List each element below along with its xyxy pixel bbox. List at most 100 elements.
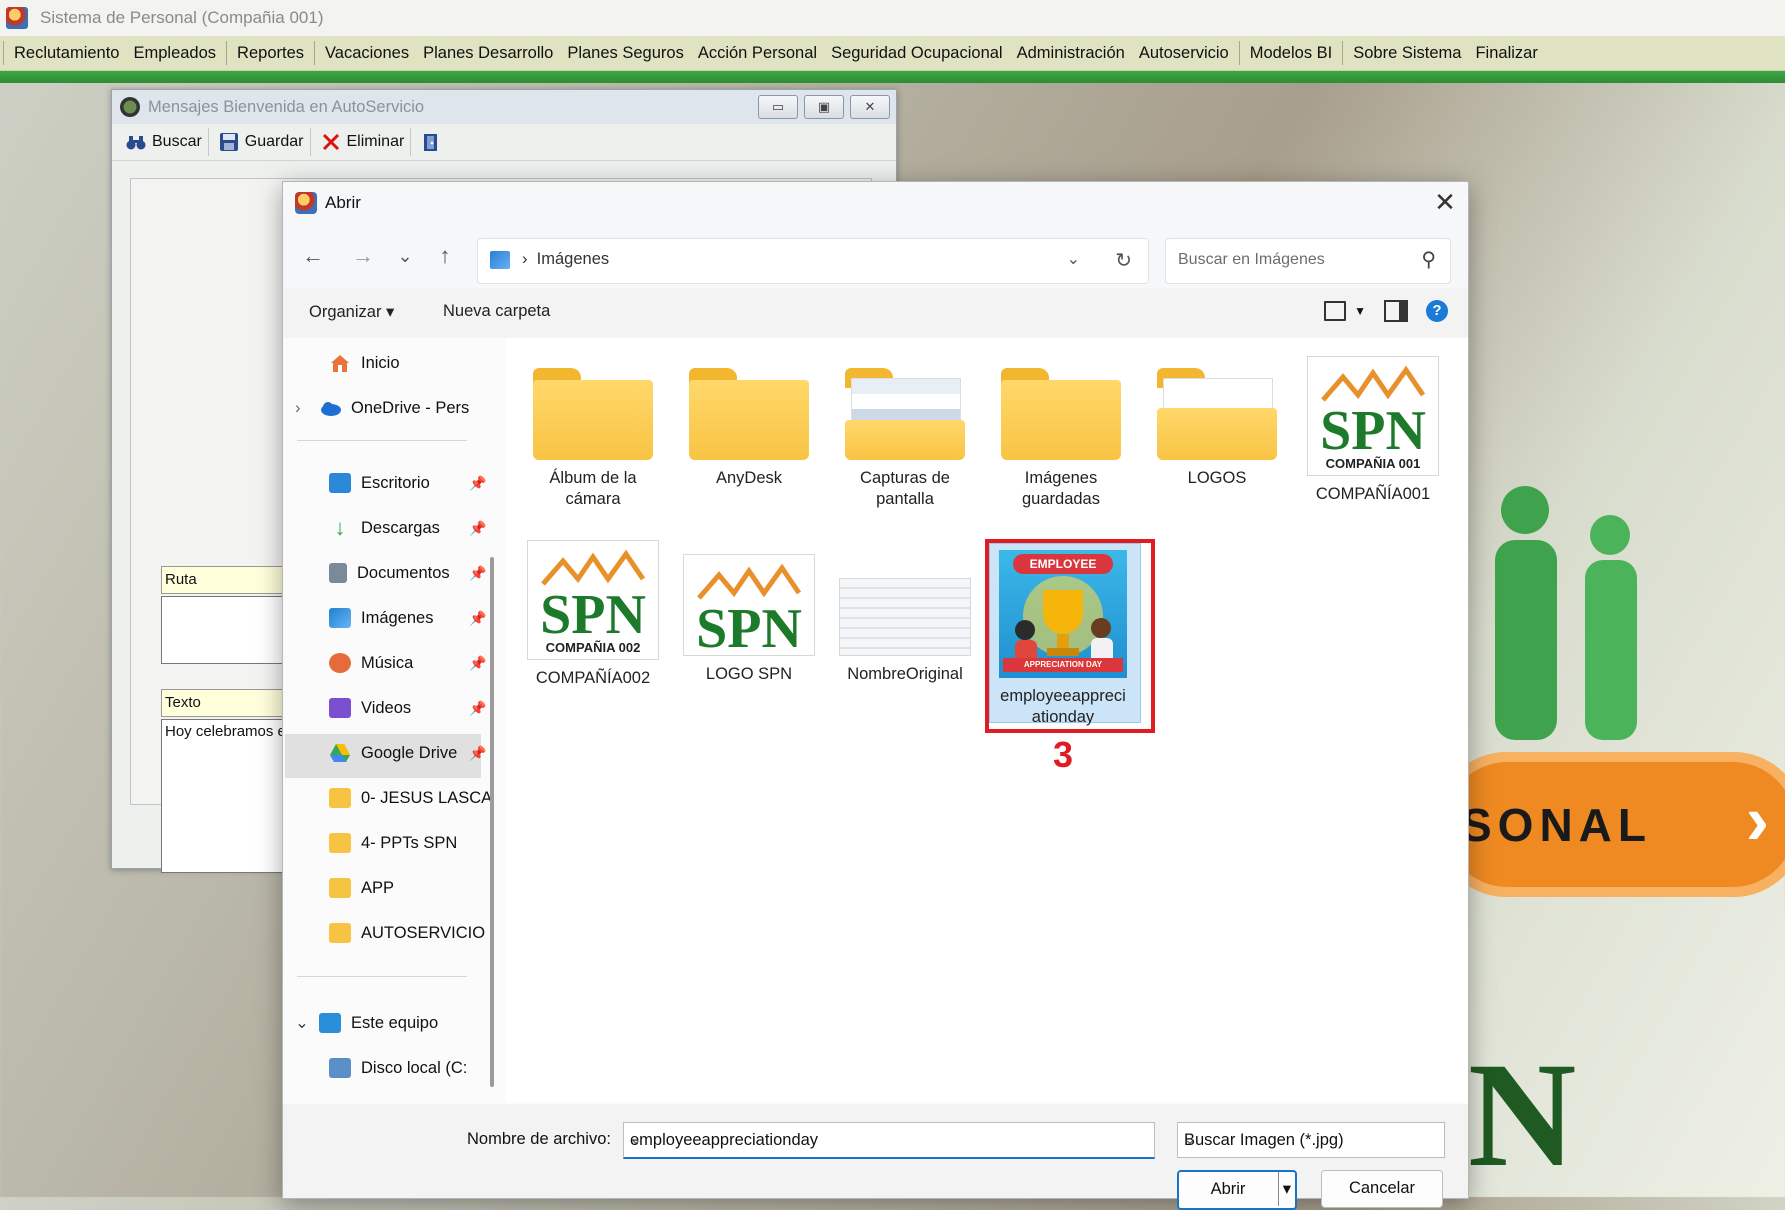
help-icon[interactable]: ? <box>1426 300 1448 322</box>
file-type-chevron-icon[interactable]: ⌄ <box>1184 1131 1436 1148</box>
file-item-logo-spn[interactable]: SPN LOGO SPN <box>679 536 819 685</box>
address-bar[interactable]: › Imágenes ⌄ ↻ <box>477 238 1149 284</box>
restore-button[interactable]: ▣ <box>804 95 844 119</box>
menu-planes-desarrollo[interactable]: Planes Desarrollo <box>416 36 560 70</box>
texto-input[interactable]: Hoy celebramos el E <box>161 719 301 873</box>
view-mode-icon[interactable] <box>1324 301 1347 321</box>
nav-item-escritorio[interactable]: Escritorio 📌 <box>329 468 486 498</box>
refresh-icon[interactable]: ↻ <box>1115 248 1132 273</box>
nav-item-jesus-lasca[interactable]: 0- JESUS LASCA <box>329 783 491 813</box>
background-banner: SONAL › <box>1435 752 1785 897</box>
pin-icon[interactable]: 📌 <box>469 610 486 627</box>
breadcrumb-location[interactable]: Imágenes <box>537 250 609 268</box>
nav-label: Escritorio <box>361 473 430 492</box>
nav-label: Disco local (C: <box>361 1058 468 1077</box>
menu-autoservicio[interactable]: Autoservicio <box>1132 36 1236 70</box>
file-item-logos[interactable]: LOGOS <box>1147 358 1287 489</box>
nav-label: Descargas <box>361 518 440 537</box>
collapse-chevron-icon[interactable]: ⌄ <box>295 1013 319 1033</box>
filename-dropdown-chevron-icon[interactable]: ⌄ <box>630 1131 1148 1148</box>
menu-empleados[interactable]: Empleados <box>126 36 223 70</box>
nav-item-documentos[interactable]: Documentos 📌 <box>329 558 486 588</box>
exit-button[interactable] <box>415 128 453 156</box>
filename-input[interactable]: employeeappreciationday ⌄ <box>623 1122 1155 1159</box>
menu-finalizar[interactable]: Finalizar <box>1468 36 1544 70</box>
nav-item-autoservicio[interactable]: AUTOSERVICIO <box>329 918 485 948</box>
pin-icon[interactable]: 📌 <box>469 565 486 582</box>
file-item-compania002[interactable]: SPN COMPAÑIA 002 COMPAÑÍA002 <box>523 536 663 689</box>
file-item-compania001[interactable]: SPN COMPAÑIA 001 COMPAÑÍA001 <box>1303 352 1443 505</box>
nav-item-ppts-spn[interactable]: 4- PPTs SPN <box>329 828 457 858</box>
nav-label: Música <box>361 653 414 672</box>
minimize-button[interactable]: ▭ <box>758 95 798 119</box>
nav-item-app[interactable]: APP <box>329 873 394 903</box>
file-item-nombreoriginal[interactable]: NombreOriginal <box>835 536 975 685</box>
dialog-close-icon[interactable]: ✕ <box>1430 188 1460 218</box>
file-name: COMPAÑÍA001 <box>1315 485 1431 503</box>
back-arrow-icon[interactable]: ← <box>299 244 327 270</box>
file-type-select[interactable]: Buscar Imagen (*.jpg) ⌄ <box>1177 1122 1445 1158</box>
preview-pane-icon[interactable] <box>1384 300 1408 322</box>
organize-button[interactable]: Organizar ▾ <box>309 302 394 322</box>
search-placeholder: Buscar en Imágenes <box>1178 251 1325 268</box>
menu-administracion[interactable]: Administración <box>1010 36 1132 70</box>
close-button[interactable]: ✕ <box>850 95 890 119</box>
menu-modelos-bi[interactable]: Modelos BI <box>1243 36 1340 70</box>
view-dropdown-chevron-icon[interactable]: ▼ <box>1354 304 1366 318</box>
menu-separator <box>1342 41 1344 65</box>
address-dropdown-chevron-icon[interactable]: ⌄ <box>1067 249 1080 269</box>
nav-scrollbar[interactable] <box>490 557 494 1087</box>
open-split-chevron-icon[interactable]: ▾ <box>1277 1172 1291 1206</box>
delete-button[interactable]: Eliminar <box>315 128 412 156</box>
file-item-imagenes-guardadas[interactable]: Imágenes guardadas <box>991 358 1131 510</box>
open-button[interactable]: Abrir ▾ <box>1177 1170 1297 1210</box>
video-icon <box>329 698 351 718</box>
delete-button-label: Eliminar <box>346 133 405 150</box>
forward-arrow-icon[interactable]: → <box>349 244 377 270</box>
up-arrow-icon[interactable]: ↑ <box>431 244 459 270</box>
nav-item-descargas[interactable]: ↓ Descargas 📌 <box>329 513 487 543</box>
nav-label: OneDrive - Pers <box>351 398 470 417</box>
menu-seguridad-ocupacional[interactable]: Seguridad Ocupacional <box>824 36 1010 70</box>
pin-icon[interactable]: 📌 <box>469 745 486 762</box>
nav-label: Videos <box>361 698 412 717</box>
pin-icon[interactable]: 📌 <box>469 700 486 717</box>
nav-item-google-drive[interactable]: Google Drive 📌 <box>329 738 486 768</box>
folder-icon <box>1001 368 1121 460</box>
recent-locations-chevron-icon[interactable]: ⌄ <box>391 244 419 270</box>
delete-x-icon <box>322 133 339 151</box>
folder-icon <box>689 368 809 460</box>
pin-icon[interactable]: 📌 <box>469 655 486 672</box>
menu-accion-personal[interactable]: Acción Personal <box>691 36 824 70</box>
nav-item-videos[interactable]: Videos 📌 <box>329 693 486 723</box>
nav-label: Imágenes <box>361 608 434 627</box>
file-item-capturas[interactable]: Capturas de pantalla <box>835 358 975 510</box>
cancel-button[interactable]: Cancelar <box>1321 1170 1443 1208</box>
nav-item-this-pc[interactable]: ⌄ Este equipo <box>295 1008 438 1038</box>
menu-separator <box>3 41 4 65</box>
menu-sobre-sistema[interactable]: Sobre Sistema <box>1346 36 1468 70</box>
file-name: AnyDesk <box>715 469 783 487</box>
nav-item-local-disk[interactable]: Disco local (C: <box>329 1053 467 1083</box>
file-name: LOGO SPN <box>705 665 793 683</box>
pin-icon[interactable]: 📌 <box>469 520 486 537</box>
menu-planes-seguros[interactable]: Planes Seguros <box>560 36 691 70</box>
file-item-anydesk[interactable]: AnyDesk <box>679 358 819 489</box>
search-button[interactable]: Buscar <box>120 128 209 156</box>
search-box[interactable]: Buscar en Imágenes ⚲ <box>1165 238 1451 284</box>
new-folder-button[interactable]: Nueva carpeta <box>443 302 550 321</box>
menu-reportes[interactable]: Reportes <box>230 36 311 70</box>
google-drive-icon <box>330 744 350 762</box>
menu-vacaciones[interactable]: Vacaciones <box>318 36 416 70</box>
nav-item-onedrive[interactable]: › OneDrive - Pers <box>295 393 469 423</box>
menu-reclutamiento[interactable]: Reclutamiento <box>7 36 126 70</box>
menu-bar: Reclutamiento Empleados Reportes Vacacio… <box>0 36 1785 71</box>
pin-icon[interactable]: 📌 <box>469 475 486 492</box>
nav-item-home[interactable]: Inicio <box>329 348 400 378</box>
expand-chevron-icon[interactable]: › <box>295 399 319 418</box>
spn-logo-thumbnail: SPN COMPAÑIA 002 <box>527 540 659 660</box>
save-button[interactable]: Guardar <box>213 128 311 156</box>
file-item-album-camara[interactable]: Álbum de la cámara <box>523 358 663 510</box>
nav-item-imagenes[interactable]: Imágenes 📌 <box>329 603 486 633</box>
nav-item-musica[interactable]: Música 📌 <box>329 648 486 678</box>
